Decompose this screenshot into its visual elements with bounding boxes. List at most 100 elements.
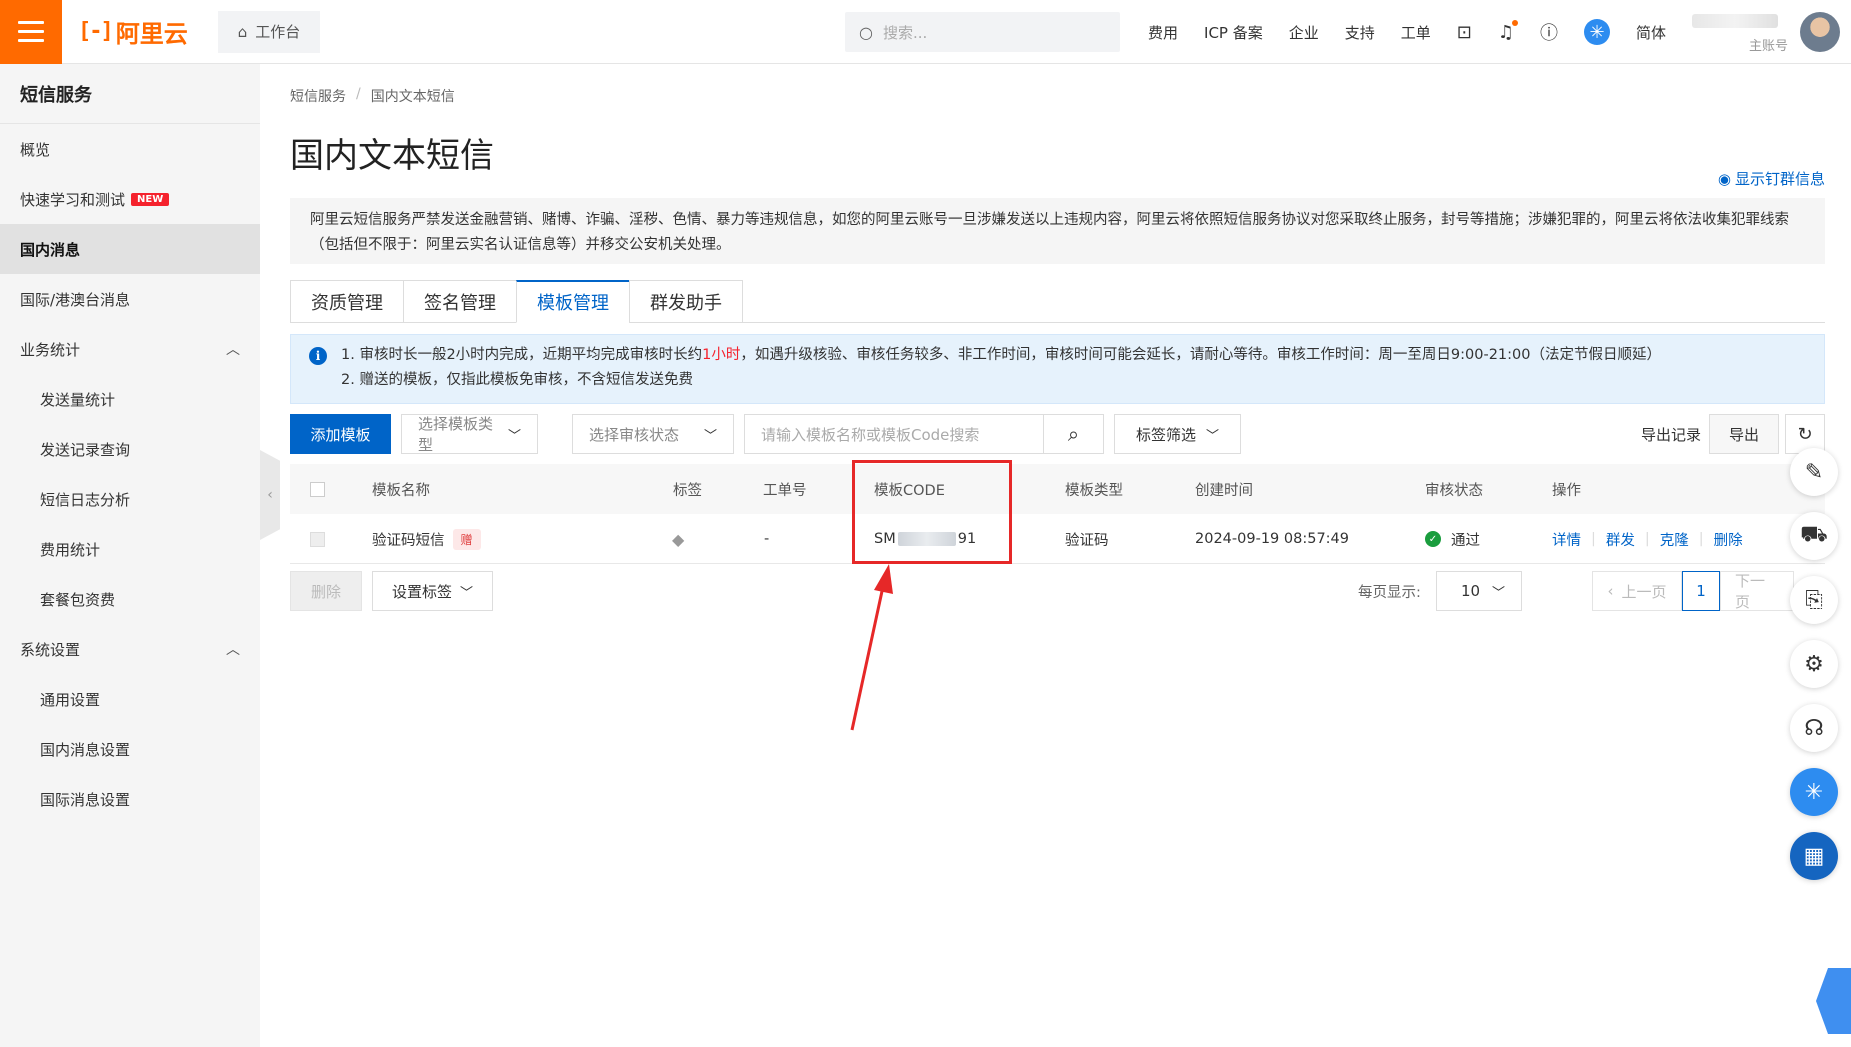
row-tag[interactable]: ◆ [672, 514, 684, 564]
pagination: ‹ 上一页 1 下一页 [1592, 571, 1794, 611]
cart-icon[interactable]: ⛟ [1790, 512, 1838, 560]
sidebar-item-general-settings[interactable]: 通用设置 [0, 674, 260, 724]
edit-icon[interactable]: ✎ [1790, 448, 1838, 496]
info-line-2: 2. 赠送的模板，仅指此模板免审核，不含短信发送免费 [341, 372, 693, 388]
review-status-select[interactable]: 选择审核状态 ﹀ [572, 414, 734, 454]
sidebar-item-domestic-settings[interactable]: 国内消息设置 [0, 724, 260, 774]
new-badge: NEW [131, 192, 170, 206]
show-group-info-link[interactable]: ◉ 显示钉群信息 [1718, 168, 1825, 189]
aliyun-logo[interactable]: [-] 阿里云 [62, 0, 202, 64]
per-page-select[interactable]: 10 ﹀ [1436, 571, 1522, 611]
table-row: 验证码短信 赠 ◆ - SM 91 验证码 2024-09-19 08:57:4… [290, 514, 1825, 564]
sidebar-item-label: 短信日志分析 [40, 490, 131, 509]
sidebar-item-quickstart[interactable]: 快速学习和测试 NEW [0, 174, 260, 224]
op-separator: | [1644, 531, 1650, 547]
account-role: 主账号 [1748, 39, 1788, 54]
sidebar: 短信服务 概览 快速学习和测试 NEW 国内消息 国际/港澳台消息 业务统计 ︿ 发… [0, 64, 260, 1047]
template-type-select[interactable]: 选择模板类型 ﹀ [401, 414, 538, 454]
apps-grid-icon[interactable]: ▦ [1790, 832, 1838, 880]
table-footer: 删除 设置标签 ﹀ 每页显示: 10 ﹀ ‹ 上一页 1 下一页 [290, 571, 1825, 613]
tab-signature[interactable]: 签名管理 [403, 280, 516, 323]
next-page-button[interactable]: 下一页 [1720, 571, 1794, 611]
global-search-placeholder: 搜索... [882, 23, 928, 42]
breadcrumb-item[interactable]: 短信服务 [290, 86, 346, 106]
prev-page-button[interactable]: ‹ 上一页 [1592, 571, 1682, 611]
sidebar-item-package[interactable]: 套餐包资费 [0, 574, 260, 624]
headset-icon[interactable]: ☊ [1790, 704, 1838, 752]
nav-support[interactable]: 支持 [1345, 22, 1375, 43]
col-template-name: 模板名称 [372, 482, 430, 499]
template-search-button[interactable]: ⌕ [1044, 414, 1104, 454]
nav-enterprise[interactable]: 企业 [1289, 22, 1319, 43]
col-ticket: 工单号 [763, 482, 807, 499]
api-icon[interactable]: ⎘ [1790, 576, 1838, 624]
checkbox[interactable] [310, 481, 325, 497]
details-link[interactable]: 详情 [1552, 529, 1581, 550]
sidebar-item-international[interactable]: 国际/港澳台消息 [0, 274, 260, 324]
page-1-button[interactable]: 1 [1682, 571, 1720, 611]
review-info-notice: i 1. 审核时长一般2小时内完成，近期平均完成审核时长约1小时，如遇升级核验、… [290, 334, 1825, 404]
sidebar-group-statistics[interactable]: 业务统计 ︿ [0, 324, 260, 374]
tab-qualification[interactable]: 资质管理 [290, 280, 403, 323]
ai-assistant-icon[interactable]: ✳ [1584, 19, 1611, 45]
row-review-status: ✓ 通过 [1425, 514, 1480, 564]
breadcrumb: 短信服务 / 国内文本短信 [290, 86, 455, 106]
corner-widget-icon[interactable] [1816, 968, 1851, 1034]
annotation-arrow-shaft [850, 581, 886, 731]
chevron-left-icon: ‹ [267, 487, 273, 503]
nav-icp[interactable]: ICP 备案 [1204, 22, 1263, 43]
sidebar-item-fee-stats[interactable]: 费用统计 [0, 524, 260, 574]
sidebar-item-send-records[interactable]: 发送记录查询 [0, 424, 260, 474]
export-records-link[interactable]: 导出记录 [1641, 414, 1701, 454]
global-search-input[interactable]: ○ 搜索... [845, 12, 1120, 52]
menu-icon[interactable] [0, 0, 62, 64]
tag-icon[interactable]: ◆ [672, 530, 684, 549]
nav-fee[interactable]: 费用 [1148, 22, 1178, 43]
home-icon: ⌂ [237, 22, 248, 41]
language-switch[interactable]: 简体 [1636, 22, 1666, 43]
search-icon: ○ [859, 22, 873, 42]
info-line-1-suffix: ，如遇升级核验、审核任务较多、非工作时间，审核时间可能会延长，请耐心等待。审核工… [740, 347, 1661, 363]
nav-ticket[interactable]: 工单 [1401, 22, 1431, 43]
chevron-down-icon: ﹀ [460, 585, 474, 601]
template-search-input[interactable]: 请输入模板名称或模板Code搜索 [744, 414, 1044, 454]
bulk-delete-button[interactable]: 删除 [290, 571, 362, 611]
terminal-icon[interactable]: ⊡ [1457, 22, 1472, 43]
bulk-send-link[interactable]: 群发 [1606, 529, 1635, 550]
sidebar-item-send-volume[interactable]: 发送量统计 [0, 374, 260, 424]
tab-template[interactable]: 模板管理 [516, 280, 629, 323]
sidebar-item-international-settings[interactable]: 国际消息设置 [0, 774, 260, 824]
select-all-checkbox[interactable] [310, 464, 325, 514]
avatar[interactable] [1800, 12, 1840, 52]
export-button[interactable]: 导出 [1709, 414, 1779, 454]
set-tag-label: 设置标签 [391, 582, 452, 601]
sidebar-item-log-analysis[interactable]: 短信日志分析 [0, 474, 260, 524]
breadcrumb-item: 国内文本短信 [370, 89, 455, 105]
checkbox[interactable] [310, 531, 325, 547]
sidebar-group-settings[interactable]: 系统设置 ︿ [0, 624, 260, 674]
sidebar-item-overview[interactable]: 概览 [0, 124, 260, 174]
bell-icon[interactable]: ♫ [1498, 19, 1519, 43]
chevron-down-icon: ﹀ [1206, 428, 1220, 444]
sidebar-item-domestic[interactable]: 国内消息 [0, 224, 260, 274]
compliance-warning: 阿里云短信服务严禁发送金融营销、赌博、诈骗、淫秽、色情、暴力等违规信息，如您的阿… [290, 198, 1825, 264]
workbench-button[interactable]: ⌂ 工作台 [218, 10, 320, 53]
delete-link[interactable]: 删除 [1714, 529, 1743, 550]
row-checkbox[interactable] [310, 514, 325, 564]
clone-link[interactable]: 克隆 [1660, 529, 1689, 550]
account-menu[interactable]: 主账号 [1692, 10, 1792, 54]
annotation-arrow-head [874, 564, 893, 594]
add-template-button[interactable]: 添加模板 [290, 414, 391, 454]
sidebar-collapse-handle[interactable]: ‹ [260, 450, 280, 540]
help-icon[interactable]: ⓘ [1540, 19, 1558, 45]
floating-toolbar: ✎ ⛟ ⎘ ⚙ ☊ ✳ ▦ [1790, 448, 1842, 896]
chevron-up-icon: ︿ [226, 642, 240, 658]
set-tag-button[interactable]: 设置标签 ﹀ [372, 571, 493, 611]
col-template-code: 模板CODE [874, 482, 945, 499]
ai-assistant-float-icon[interactable]: ✳ [1790, 768, 1838, 816]
tag-filter-button[interactable]: 标签筛选 ﹀ [1114, 414, 1241, 454]
settings-icon[interactable]: ⚙ [1790, 640, 1838, 688]
tab-bulk-send[interactable]: 群发助手 [629, 280, 743, 323]
search-icon: ⌕ [1067, 422, 1080, 446]
sidebar-item-label: 系统设置 [20, 640, 81, 659]
